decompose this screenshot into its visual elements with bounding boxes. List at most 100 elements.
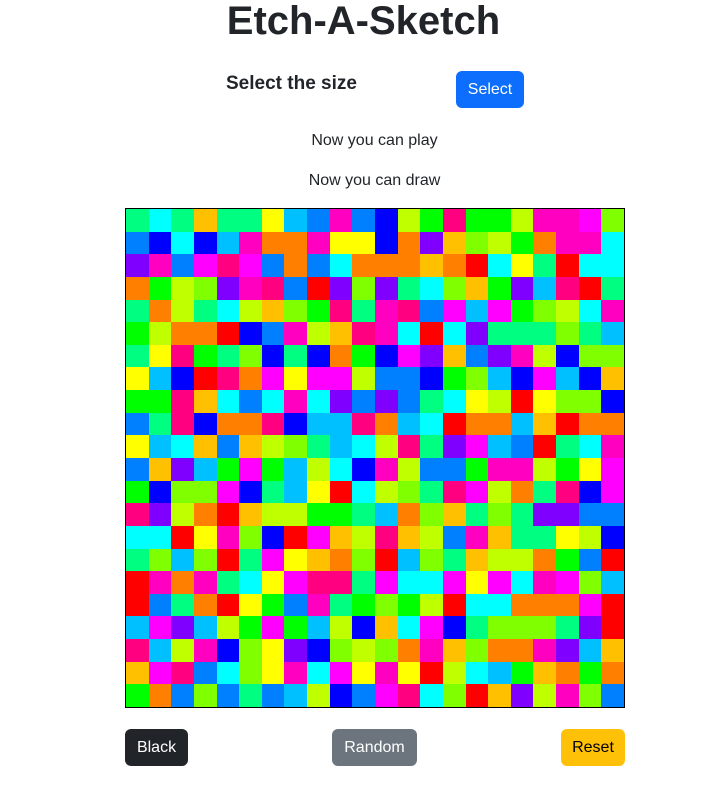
grid-cell[interactable]: [510, 458, 534, 481]
grid-cell[interactable]: [601, 458, 624, 481]
grid-cell[interactable]: [171, 322, 194, 345]
grid-cell[interactable]: [465, 209, 489, 232]
grid-cell[interactable]: [239, 412, 262, 436]
grid-cell[interactable]: [601, 593, 624, 617]
grid-cell[interactable]: [510, 276, 534, 300]
grid-cell[interactable]: [329, 593, 353, 617]
grid-cell[interactable]: [171, 367, 194, 391]
grid-cell[interactable]: [375, 661, 398, 685]
grid-cell[interactable]: [375, 254, 398, 277]
grid-cell[interactable]: [578, 276, 602, 300]
grid-cell[interactable]: [352, 322, 375, 345]
grid-cell[interactable]: [126, 548, 149, 572]
grid-cell[interactable]: [556, 684, 579, 707]
grid-cell[interactable]: [465, 571, 489, 594]
grid-cell[interactable]: [488, 503, 511, 526]
grid-cell[interactable]: [352, 231, 375, 255]
grid-cell[interactable]: [578, 525, 602, 549]
grid-cell[interactable]: [397, 390, 421, 413]
grid-cell[interactable]: [307, 254, 330, 277]
grid-cell[interactable]: [148, 435, 172, 458]
grid-cell[interactable]: [397, 525, 421, 549]
grid-cell[interactable]: [397, 503, 421, 526]
grid-cell[interactable]: [601, 503, 624, 526]
grid-cell[interactable]: [284, 525, 308, 549]
grid-cell[interactable]: [465, 684, 489, 707]
grid-cell[interactable]: [533, 503, 557, 526]
grid-cell[interactable]: [261, 480, 285, 504]
grid-cell[interactable]: [510, 639, 534, 662]
grid-cell[interactable]: [239, 593, 262, 617]
grid-cell[interactable]: [397, 548, 421, 572]
grid-cell[interactable]: [465, 322, 489, 345]
grid-cell[interactable]: [397, 480, 421, 504]
grid-cell[interactable]: [193, 503, 217, 526]
grid-cell[interactable]: [375, 616, 398, 640]
grid-cell[interactable]: [601, 435, 624, 458]
grid-cell[interactable]: [284, 593, 308, 617]
grid-cell[interactable]: [420, 344, 443, 368]
grid-cell[interactable]: [239, 684, 262, 707]
grid-cell[interactable]: [329, 684, 353, 707]
grid-cell[interactable]: [148, 548, 172, 572]
grid-cell[interactable]: [171, 480, 194, 504]
grid-cell[interactable]: [556, 209, 579, 232]
grid-cell[interactable]: [397, 209, 421, 232]
grid-cell[interactable]: [307, 684, 330, 707]
grid-cell[interactable]: [171, 458, 194, 481]
grid-cell[interactable]: [533, 571, 557, 594]
grid-cell[interactable]: [442, 593, 466, 617]
grid-cell[interactable]: [465, 458, 489, 481]
grid-cell[interactable]: [488, 661, 511, 685]
grid-cell[interactable]: [601, 390, 624, 413]
grid-cell[interactable]: [307, 435, 330, 458]
grid-cell[interactable]: [284, 661, 308, 685]
grid-cell[interactable]: [375, 367, 398, 391]
grid-cell[interactable]: [556, 548, 579, 572]
grid-cell[interactable]: [442, 344, 466, 368]
grid-cell[interactable]: [420, 661, 443, 685]
grid-cell[interactable]: [148, 322, 172, 345]
grid-cell[interactable]: [239, 299, 262, 323]
grid-cell[interactable]: [148, 367, 172, 391]
grid-cell[interactable]: [193, 616, 217, 640]
grid-cell[interactable]: [284, 299, 308, 323]
grid-cell[interactable]: [465, 661, 489, 685]
grid-cell[interactable]: [397, 231, 421, 255]
grid-cell[interactable]: [601, 276, 624, 300]
grid-cell[interactable]: [216, 639, 240, 662]
grid-cell[interactable]: [442, 480, 466, 504]
grid-cell[interactable]: [601, 412, 624, 436]
grid-cell[interactable]: [420, 458, 443, 481]
grid-cell[interactable]: [510, 616, 534, 640]
grid-cell[interactable]: [465, 593, 489, 617]
grid-cell[interactable]: [442, 367, 466, 391]
grid-cell[interactable]: [171, 231, 194, 255]
grid-cell[interactable]: [533, 661, 557, 685]
grid-cell[interactable]: [578, 209, 602, 232]
grid-cell[interactable]: [420, 548, 443, 572]
grid-cell[interactable]: [261, 276, 285, 300]
grid-cell[interactable]: [216, 254, 240, 277]
grid-cell[interactable]: [533, 367, 557, 391]
grid-cell[interactable]: [488, 231, 511, 255]
grid-cell[interactable]: [488, 639, 511, 662]
grid-cell[interactable]: [171, 254, 194, 277]
grid-cell[interactable]: [510, 412, 534, 436]
grid-cell[interactable]: [488, 571, 511, 594]
grid-cell[interactable]: [284, 412, 308, 436]
grid-cell[interactable]: [465, 503, 489, 526]
grid-cell[interactable]: [261, 299, 285, 323]
grid-cell[interactable]: [148, 639, 172, 662]
grid-cell[interactable]: [465, 639, 489, 662]
grid-cell[interactable]: [352, 390, 375, 413]
grid-cell[interactable]: [239, 276, 262, 300]
grid-cell[interactable]: [171, 209, 194, 232]
grid-cell[interactable]: [375, 344, 398, 368]
grid-cell[interactable]: [578, 231, 602, 255]
grid-cell[interactable]: [307, 458, 330, 481]
grid-cell[interactable]: [420, 299, 443, 323]
grid-cell[interactable]: [216, 231, 240, 255]
grid-cell[interactable]: [352, 209, 375, 232]
grid-cell[interactable]: [556, 322, 579, 345]
